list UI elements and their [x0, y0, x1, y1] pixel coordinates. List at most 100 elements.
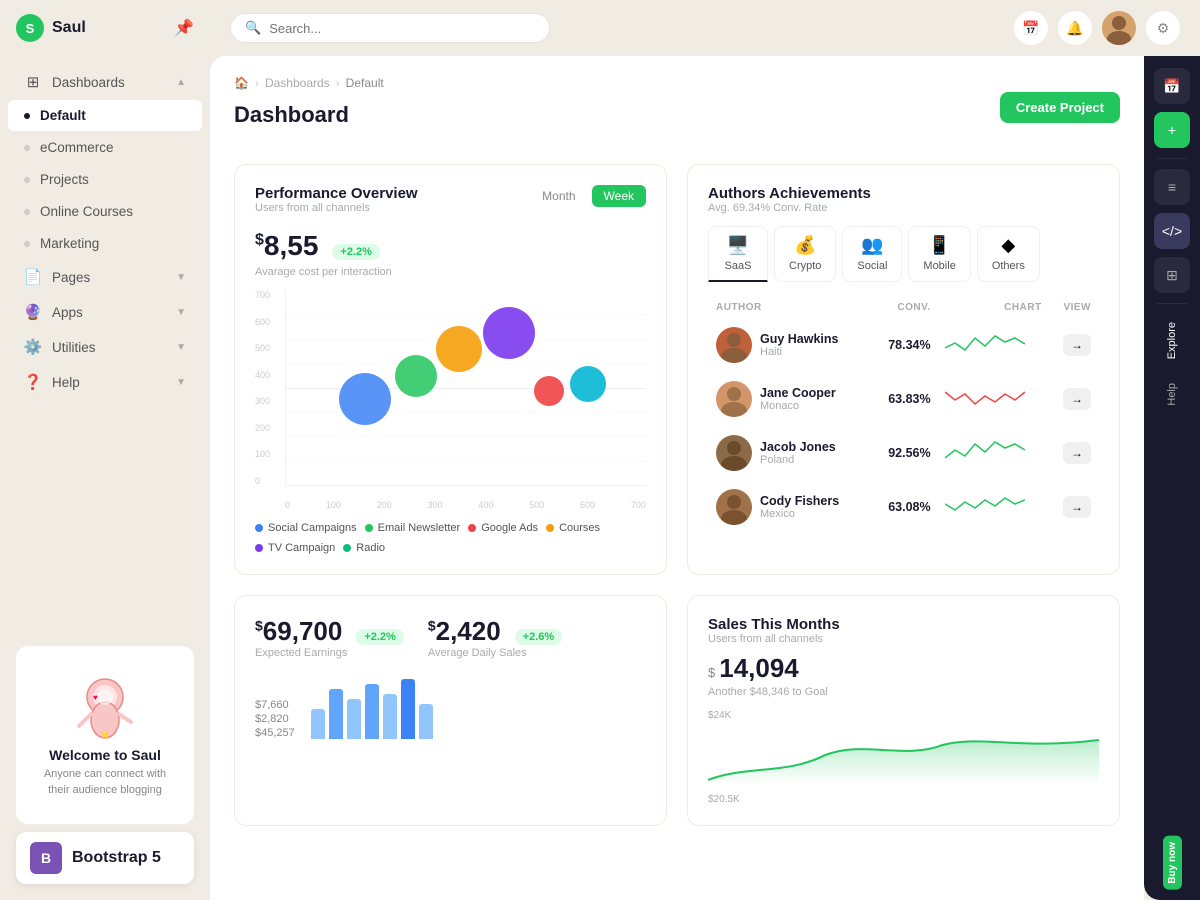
search-box[interactable]: 🔍 — [230, 13, 550, 43]
author-country-guy: Haiti — [760, 346, 839, 358]
perf-badge: +2.2% — [332, 244, 380, 260]
spark-jacob — [945, 436, 1025, 466]
bar-3 — [347, 699, 361, 739]
bootstrap-badge: B Bootstrap 5 — [16, 832, 194, 884]
y-label-0: 0 — [255, 476, 283, 486]
pin-icon[interactable]: 📌 — [174, 18, 194, 38]
rs-grid-icon[interactable]: ⊞ — [1154, 257, 1190, 293]
legend-label-courses: Courses — [559, 522, 600, 534]
author-tab-saas[interactable]: 🖥️ SaaS — [708, 226, 768, 282]
tab-week[interactable]: Week — [592, 185, 646, 207]
legend-dot-tv — [255, 544, 263, 552]
sidebar-item-utilities[interactable]: ⚙️ Utilities ▼ — [8, 330, 202, 364]
nav-dot — [24, 241, 30, 247]
view-btn-jane[interactable]: → — [1063, 388, 1091, 410]
col-view: VIEW — [1050, 298, 1097, 317]
breadcrumb-sep2: › — [336, 76, 340, 90]
legend-social: Social Campaigns — [255, 522, 357, 534]
x-label-200: 200 — [377, 500, 392, 510]
perf-title: Performance Overview — [255, 185, 418, 202]
rs-tab-explore[interactable]: Explore — [1162, 312, 1182, 369]
legend-dot-email — [365, 524, 373, 532]
calendar-icon[interactable]: 📅 — [1014, 11, 1048, 45]
nav-dot — [24, 145, 30, 151]
legend-google: Google Ads — [468, 522, 538, 534]
saas-icon: 🖥️ — [727, 235, 749, 256]
author-tab-social[interactable]: 👥 Social — [842, 226, 902, 282]
settings-icon[interactable]: ⚙ — [1146, 11, 1180, 45]
sidebar-item-marketing[interactable]: Marketing — [8, 228, 202, 259]
sales-goal: Another $48,346 to Goal — [708, 686, 1099, 698]
online-courses-label: Online Courses — [40, 204, 133, 219]
table-row: Jane Cooper Monaco 63.83% — [710, 373, 1097, 425]
dashboard-grid: Performance Overview Users from all chan… — [234, 164, 1120, 826]
spark-jane — [945, 382, 1025, 412]
sales-currency: $ — [708, 665, 715, 680]
sidebar-item-apps[interactable]: 🔮 Apps ▼ — [8, 295, 202, 329]
bubble-tv — [483, 307, 535, 359]
author-tab-others[interactable]: ◆ Others — [977, 226, 1040, 282]
rs-buy-now-button[interactable]: Buy now — [1163, 836, 1182, 890]
sidebar-item-help[interactable]: ❓ Help ▼ — [8, 365, 202, 399]
chevron-icon: ▲ — [176, 77, 186, 88]
search-input[interactable] — [269, 21, 535, 36]
bubble-courses — [436, 326, 482, 372]
breadcrumb-home-icon[interactable]: 🏠 — [234, 76, 249, 90]
legend-dot-social — [255, 524, 263, 532]
dashboards-icon: ⊞ — [24, 73, 42, 91]
sidebar-item-projects[interactable]: Projects — [8, 164, 202, 195]
avatar-cody — [716, 489, 752, 525]
breadcrumb-dashboards[interactable]: Dashboards — [265, 76, 330, 90]
others-icon: ◆ — [1001, 235, 1015, 256]
projects-label: Projects — [40, 172, 89, 187]
tab-month[interactable]: Month — [530, 185, 587, 207]
create-project-button[interactable]: Create Project — [1000, 92, 1120, 123]
ecommerce-label: eCommerce — [40, 140, 114, 155]
main-area: 🔍 📅 🔔 ⚙ 🏠 › Dashboards › Default D — [210, 0, 1200, 900]
avatar-guy — [716, 327, 752, 363]
rs-menu-icon[interactable]: ≡ — [1154, 169, 1190, 205]
chevron-icon: ▼ — [176, 307, 186, 318]
view-btn-cody[interactable]: → — [1063, 496, 1091, 518]
rs-tab-help[interactable]: Help — [1162, 373, 1182, 416]
help-label: Help — [52, 375, 80, 390]
earnings-badge: +2.2% — [356, 629, 404, 645]
breadcrumb-sep: › — [255, 76, 259, 90]
legend-label-email: Email Newsletter — [378, 522, 461, 534]
bootstrap-label: Bootstrap 5 — [72, 849, 161, 867]
sales-title: Sales This Months — [708, 616, 1099, 633]
sidebar-item-online-courses[interactable]: Online Courses — [8, 196, 202, 227]
bar-6 — [401, 679, 415, 739]
author-tab-crypto[interactable]: 💰 Crypto — [774, 226, 836, 282]
utilities-label: Utilities — [52, 340, 96, 355]
view-btn-guy[interactable]: → — [1063, 334, 1091, 356]
rs-code-icon[interactable]: </> — [1154, 213, 1190, 249]
sidebar-item-default[interactable]: Default — [8, 100, 202, 131]
view-btn-jacob[interactable]: → — [1063, 442, 1091, 464]
nav-dot-active — [24, 113, 30, 119]
col-author: AUTHOR — [710, 298, 870, 317]
col-conv: CONV. — [872, 298, 936, 317]
sidebar-item-dashboards[interactable]: ⊞ Dashboards ▲ — [8, 65, 202, 99]
notifications-icon[interactable]: 🔔 — [1058, 11, 1092, 45]
table-row: Guy Hawkins Haiti 78.34% — [710, 319, 1097, 371]
author-country-cody: Mexico — [760, 508, 839, 520]
x-label-0: 0 — [285, 500, 290, 510]
author-tab-mobile[interactable]: 📱 Mobile — [908, 226, 970, 282]
rs-divider-2 — [1157, 303, 1187, 304]
bar-chart — [311, 679, 433, 739]
author-name-guy: Guy Hawkins — [760, 332, 839, 346]
user-avatar[interactable] — [1102, 11, 1136, 45]
author-info: Jacob Jones Poland — [716, 435, 864, 471]
social-icon: 👥 — [861, 235, 883, 256]
bar-2 — [329, 689, 343, 739]
sidebar-item-pages[interactable]: 📄 Pages ▼ — [8, 260, 202, 294]
rs-add-icon[interactable]: + — [1154, 112, 1190, 148]
legend-label-social: Social Campaigns — [268, 522, 357, 534]
sidebar-footer: ♥ 🌟 Welcome to Saul Anyone can connect w… — [0, 630, 210, 900]
mobile-icon: 📱 — [928, 235, 950, 256]
legend-label-radio: Radio — [356, 542, 385, 554]
perf-desc: Avarage cost per interaction — [255, 266, 646, 278]
rs-calendar-icon[interactable]: 📅 — [1154, 68, 1190, 104]
sidebar-item-ecommerce[interactable]: eCommerce — [8, 132, 202, 163]
